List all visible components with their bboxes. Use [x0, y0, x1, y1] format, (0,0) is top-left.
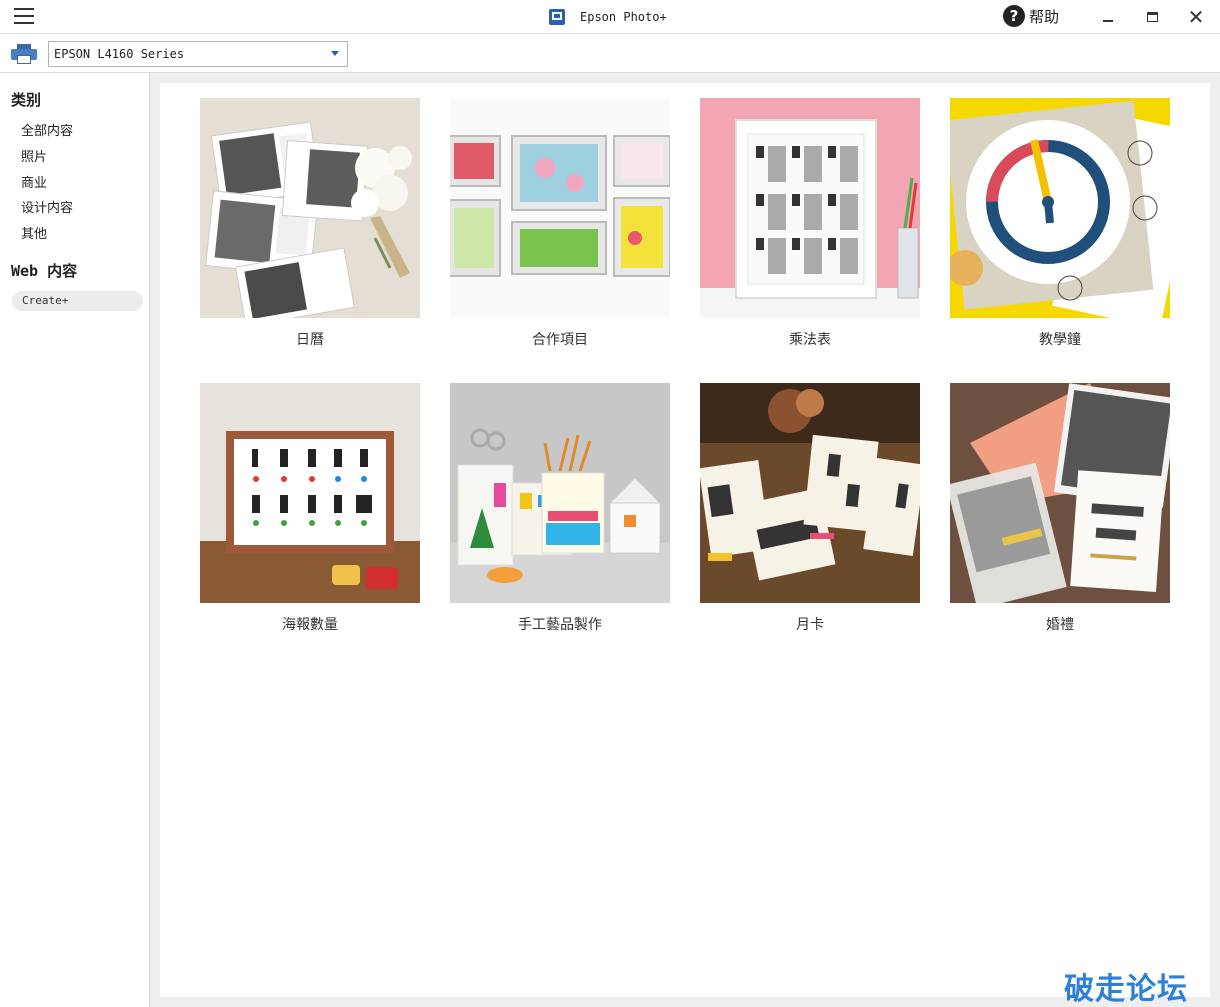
monthly-card-thumbnail	[700, 383, 920, 603]
tile-calendar[interactable]: 日曆	[200, 98, 420, 354]
printer-select[interactable]: EPSON L4160 Series	[48, 41, 348, 67]
chevron-down-icon	[331, 51, 339, 56]
tile-label: 日曆	[296, 332, 324, 348]
watermark: 破走论坛	[1064, 972, 1188, 1007]
printer-bar: EPSON L4160 Series	[0, 34, 1220, 73]
tile-label: 教學鐘	[1039, 332, 1081, 348]
sidebar-item-design[interactable]: 设计内容	[21, 197, 73, 216]
collage-thumbnail	[450, 98, 670, 318]
hamburger-menu-icon[interactable]	[14, 8, 38, 26]
sidebar-item-other[interactable]: 其他	[21, 223, 47, 242]
close-button[interactable]: ✕	[1174, 0, 1218, 34]
tile-papercraft[interactable]: 手工藝品製作	[450, 383, 670, 639]
sidebar-item-photos[interactable]: 照片	[21, 146, 47, 165]
tile-label: 海報數量	[282, 617, 338, 633]
tile-teaching-clock[interactable]: 教學鐘	[950, 98, 1170, 354]
epson-photo-app-icon	[549, 9, 565, 25]
main-area: 日曆 合作項目 乘法表 教學鐘 海報數量 手工藝品製作 月卡 婚禮	[150, 73, 1220, 1007]
wedding-thumbnail	[950, 383, 1170, 603]
multiplication-thumbnail	[700, 98, 920, 318]
help-label: 帮助	[1029, 7, 1060, 26]
tile-collage[interactable]: 合作項目	[450, 98, 670, 354]
app-title-group: Epson Photo+	[549, 7, 667, 27]
printer-icon[interactable]	[11, 44, 37, 64]
tile-label: 婚禮	[1046, 617, 1074, 633]
sidebar-item-all[interactable]: 全部内容	[21, 120, 73, 139]
close-icon: ✕	[1187, 5, 1205, 29]
sidebar-item-business[interactable]: 商业	[21, 172, 47, 191]
minimize-button[interactable]	[1086, 0, 1130, 34]
calendar-thumbnail	[200, 98, 420, 318]
tile-label: 合作項目	[532, 332, 588, 348]
maximize-icon	[1146, 12, 1158, 22]
tile-monthly-card[interactable]: 月卡	[700, 383, 920, 639]
tile-multiplication[interactable]: 乘法表	[700, 98, 920, 354]
number-poster-thumbnail	[200, 383, 420, 603]
printer-select-value: EPSON L4160 Series	[54, 47, 185, 61]
title-bar: Epson Photo+ ? 帮助 ✕	[0, 0, 1220, 34]
sidebar-item-create-plus[interactable]: Create+	[12, 291, 143, 311]
tile-label: 手工藝品製作	[518, 617, 602, 633]
tile-label: 月卡	[796, 617, 824, 633]
question-circle-icon: ?	[1003, 5, 1025, 27]
minimize-icon	[1103, 20, 1113, 22]
maximize-button[interactable]	[1130, 0, 1174, 34]
web-content-heading: Web 内容	[11, 262, 78, 280]
tile-label: 乘法表	[789, 332, 831, 348]
papercraft-thumbnail	[450, 383, 670, 603]
app-title: Epson Photo+	[580, 10, 667, 24]
help-button[interactable]: ? 帮助	[1003, 5, 1059, 27]
tile-wedding[interactable]: 婚禮	[950, 383, 1170, 639]
category-heading: 类别	[11, 91, 42, 109]
template-grid: 日曆 合作項目 乘法表 教學鐘 海報數量 手工藝品製作 月卡 婚禮	[160, 83, 1210, 997]
teaching-clock-thumbnail	[950, 98, 1170, 318]
tile-number-poster[interactable]: 海報數量	[200, 383, 420, 639]
sidebar: 类别 全部内容 照片 商业 设计内容 其他 Web 内容 Create+	[0, 73, 150, 1007]
